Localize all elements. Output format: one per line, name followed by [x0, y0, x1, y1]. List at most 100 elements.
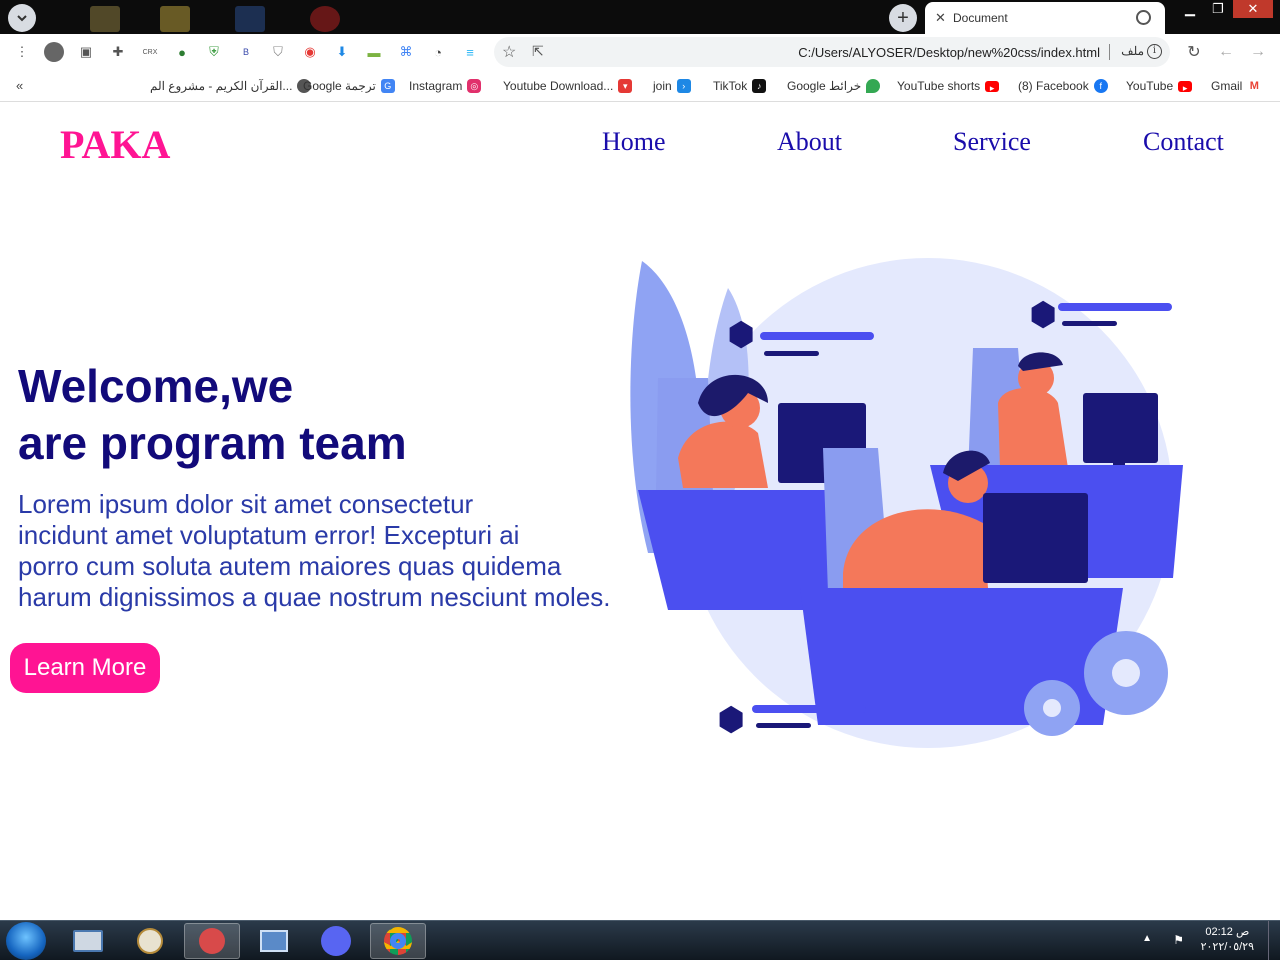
bookmark-item[interactable]: YouTube shorts ▸ — [897, 77, 1000, 95]
team-illustration — [630, 258, 1183, 748]
hero-title: Welcome,we are program team — [18, 358, 407, 472]
bookmark-item[interactable]: Instagram ◎ — [409, 77, 482, 95]
monitor — [983, 493, 1088, 583]
getcrx-icon[interactable]: CRX — [140, 42, 160, 62]
menu-icon[interactable]: ⋮ — [12, 42, 32, 62]
show-desktop-button[interactable] — [1268, 921, 1280, 960]
chat-line — [760, 332, 874, 340]
translate-icon[interactable]: ⌘ — [396, 42, 416, 62]
nav-link-home[interactable]: Home — [602, 127, 666, 157]
extensions-icon[interactable]: ✚ — [108, 42, 128, 62]
file-manager-icon[interactable] — [246, 923, 302, 959]
tab-search-button[interactable] — [8, 4, 36, 32]
youtube-icon: ▸ — [985, 80, 1000, 93]
bookmark-label: القرآن الكريم - مشروع الم... — [150, 79, 293, 93]
hero-text-line: incidunt amet voluptatum error! Exceptur… — [18, 520, 520, 550]
chat-line — [756, 723, 811, 728]
profile-avatar[interactable] — [44, 42, 64, 62]
bookmark-label: join — [653, 79, 672, 93]
bookmark-label: TikTok — [713, 79, 748, 93]
sidepanel-icon[interactable]: ▣ — [76, 42, 96, 62]
browser-toolbar: ⋮ ▣ ✚ CRX ● ⛨ B ⛉ ◉ ⬇ ▬ ⌘ ◔ ≡ ☆ ⇱ C:/Use… — [0, 34, 1280, 70]
chrome-icon[interactable] — [370, 923, 426, 959]
hero-description: Lorem ipsum dolor sit amet consectetur i… — [18, 489, 658, 613]
action-center-flag-icon[interactable]: ⚑ — [1173, 933, 1184, 947]
bookmark-item[interactable]: (8) Facebook f — [1018, 77, 1108, 95]
instagram-icon: ◎ — [467, 79, 482, 93]
bookmark-item[interactable]: Youtube Download... ▾ — [503, 77, 633, 95]
youtube-icon: ▸ — [1178, 80, 1193, 93]
web-page: PAKA Home About Service Contact Welcome,… — [0, 103, 1280, 920]
reload-icon[interactable]: ↻ — [1184, 42, 1204, 62]
gmail-icon: M — [1247, 79, 1262, 93]
bookmark-label: (8) Facebook — [1018, 79, 1089, 93]
hero-title-line: are program team — [18, 417, 407, 469]
bookmark-item[interactable]: TikTok ♪ — [713, 77, 767, 95]
color-picker-icon[interactable]: ◉ — [300, 42, 320, 62]
restore-button[interactable]: ❐ — [1203, 0, 1233, 18]
new-tab-button[interactable]: + — [889, 4, 917, 32]
omnibox-separator — [1109, 44, 1110, 60]
chevron-down-icon — [17, 15, 27, 22]
gear-hole — [1112, 659, 1140, 687]
bookmark-item[interactable]: Gmail M — [1211, 77, 1262, 95]
download-icon: ▾ — [618, 79, 633, 93]
info-icon[interactable]: i — [1147, 44, 1162, 59]
bootstrap-icon[interactable]: B — [236, 42, 256, 62]
globe-icon — [1136, 10, 1151, 25]
minimize-button[interactable]: ▁ — [1175, 0, 1205, 18]
bookmark-label: Google خرائط — [787, 79, 862, 93]
bookmark-star-icon[interactable]: ☆ — [502, 42, 516, 62]
chat-line — [1058, 303, 1172, 311]
share-icon[interactable]: ⇱ — [532, 43, 544, 60]
bookmark-label: Google ترجمة — [303, 79, 376, 93]
tray-overflow-icon[interactable]: ▲ — [1142, 933, 1152, 944]
bookmark-item[interactable]: القرآن الكريم - مشروع الم... — [150, 77, 312, 95]
notes-icon[interactable]: ▬ — [364, 42, 384, 62]
download-icon[interactable]: ⬇ — [332, 42, 352, 62]
forward-icon[interactable]: ← — [1216, 42, 1236, 62]
nav-link-about[interactable]: About — [777, 127, 842, 157]
site-logo[interactable]: PAKA — [60, 121, 170, 168]
adblock-icon[interactable]: ⛉ — [268, 42, 288, 62]
hero-text-line: harum dignissimos a quae nostrum nesciun… — [18, 582, 611, 612]
tab-manager-icon[interactable]: ≡ — [460, 42, 480, 62]
nav-link-contact[interactable]: Contact — [1143, 127, 1224, 157]
address-bar[interactable]: ☆ ⇱ C:/Users/ALYOSER/Desktop/new%20css/i… — [494, 37, 1170, 67]
browser-tab-strip: + ✕ Document ▁ ❐ ✕ — [0, 0, 1280, 34]
hero-title-line: Welcome,we — [18, 360, 294, 412]
google-translate-icon: G — [380, 79, 395, 93]
bookmark-label: Instagram — [409, 79, 463, 93]
nav-link-service[interactable]: Service — [953, 127, 1031, 157]
chat-line — [1062, 321, 1117, 326]
facebook-icon: f — [1093, 79, 1108, 93]
hero-text-line: Lorem ipsum dolor sit amet consectetur — [18, 489, 474, 519]
snipping-tool-icon[interactable] — [184, 923, 240, 959]
url-text[interactable]: C:/Users/ALYOSER/Desktop/new%20css/index… — [798, 45, 1100, 60]
more-bookmarks-icon[interactable]: « — [16, 78, 23, 93]
tab-title: Document — [953, 11, 1008, 25]
bookmark-item[interactable]: join › — [653, 77, 691, 95]
back-icon[interactable]: → — [1248, 42, 1268, 62]
shield-icon[interactable]: ⛨ — [204, 42, 224, 62]
bookmark-label: Gmail — [1211, 79, 1243, 93]
taskbar-clock[interactable]: 02:12 ص ٢٠٢٢/٠٥/٢٩ — [1201, 925, 1254, 955]
vpn-globe-icon[interactable]: ● — [172, 42, 192, 62]
start-button[interactable] — [6, 922, 46, 960]
close-tab-icon[interactable]: ✕ — [935, 10, 946, 26]
browser-app-icon[interactable] — [122, 923, 178, 959]
bookmark-label: Youtube Download... — [503, 79, 614, 93]
speed-icon[interactable]: ◔ — [428, 42, 448, 62]
active-tab[interactable]: ✕ Document — [925, 2, 1165, 34]
close-window-button[interactable]: ✕ — [1233, 0, 1273, 18]
bookmark-item[interactable]: Google ترجمة G — [303, 77, 395, 95]
maps-icon — [866, 79, 881, 93]
keyboard-app-icon[interactable] — [60, 923, 116, 959]
bookmark-item[interactable]: YouTube ▸ — [1126, 77, 1193, 95]
clock-time: 02:12 ص — [1205, 926, 1250, 938]
bookmark-item[interactable]: Google خرائط — [787, 77, 881, 95]
chat-line — [764, 351, 819, 356]
discord-icon[interactable] — [308, 923, 364, 959]
learn-more-button[interactable]: Learn More — [10, 643, 160, 693]
site-label: ملف — [1121, 44, 1144, 58]
